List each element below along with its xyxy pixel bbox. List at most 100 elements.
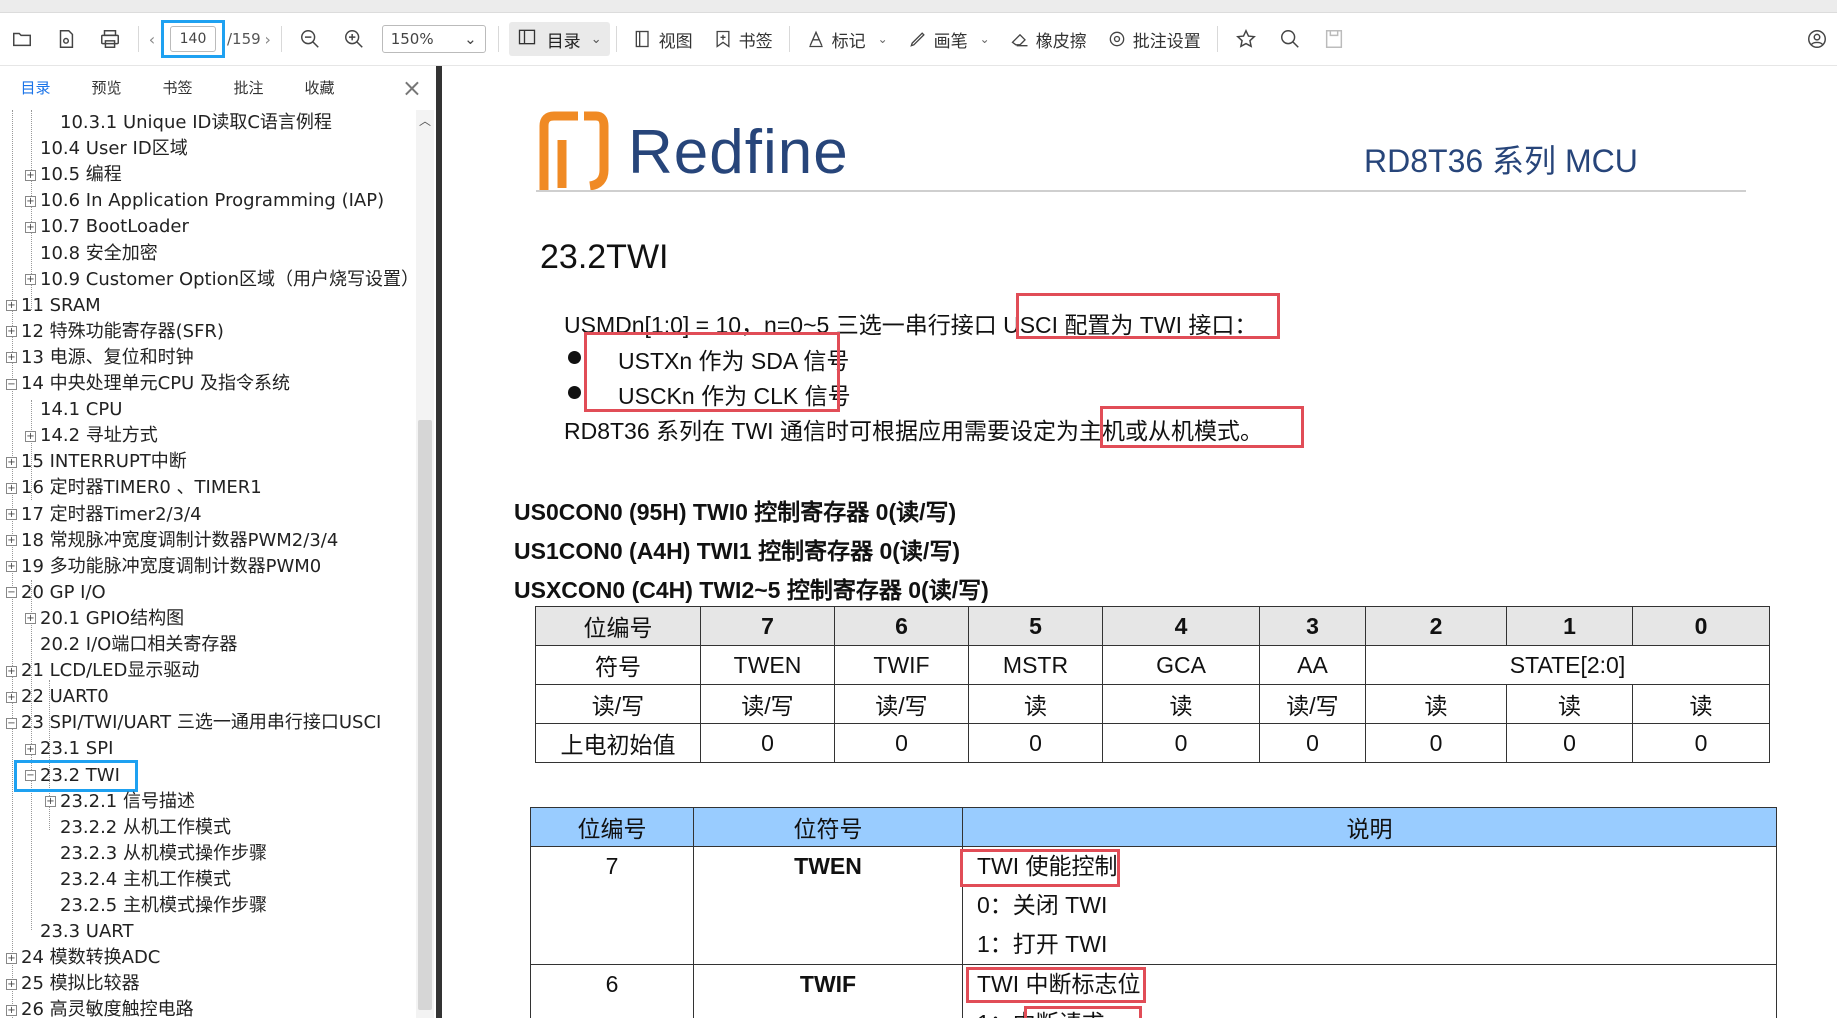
toolbar-separator	[788, 26, 790, 52]
toc-item[interactable]: 10.4 User ID区域	[40, 136, 188, 162]
chevron-down-icon[interactable]: ⌄	[878, 32, 888, 46]
bookmark-button[interactable]: 书签	[703, 13, 783, 65]
toc-item[interactable]: 10.8 安全加密	[40, 241, 158, 267]
toc-item[interactable]: 10.3.1 Unique ID读取C语言例程	[60, 110, 332, 136]
collapse-icon[interactable]: −	[6, 717, 17, 729]
tab-favorites[interactable]: 收藏	[284, 77, 355, 98]
expand-icon[interactable]: +	[6, 978, 17, 990]
toc-toggle-button[interactable]: 目录 ⌄	[508, 22, 610, 56]
open-folder-icon[interactable]	[0, 13, 44, 65]
bit-symbol: TWIF	[799, 971, 857, 997]
toc-item[interactable]: 23.2.4 主机工作模式	[60, 867, 231, 893]
search-icon[interactable]	[1268, 13, 1312, 65]
tab-bookmarks[interactable]: 书签	[142, 77, 213, 98]
mark-button[interactable]: 标记 ⌄	[796, 13, 898, 65]
tab-toc[interactable]: 目录	[0, 77, 71, 98]
prev-page-icon[interactable]: ‹	[145, 30, 159, 49]
toc-item[interactable]: +26 高灵敏度触控电路	[6, 997, 194, 1018]
toc-item[interactable]: +13 电源、复位和时钟	[6, 345, 194, 371]
scrollbar-thumb[interactable]	[418, 420, 432, 1010]
toc-item[interactable]: −23 SPI/TWI/UART 三选一通用串行接口USCI	[6, 710, 381, 736]
scroll-up-icon[interactable]: ︿	[419, 112, 431, 129]
view-button[interactable]: 视图	[623, 13, 703, 65]
toc-item[interactable]: +10.7 BootLoader	[25, 214, 189, 240]
toc-item[interactable]: +24 模数转换ADC	[6, 945, 160, 971]
annotation-settings-button[interactable]: 批注设置	[1097, 13, 1211, 65]
toc-item[interactable]: 20.2 I/O端口相关寄存器	[40, 632, 237, 658]
expand-icon[interactable]: +	[6, 509, 17, 520]
toc-item[interactable]: +18 常规脉冲宽度调制计数器PWM2/3/4	[6, 528, 338, 554]
toc-item[interactable]: +23.2.1 信号描述	[45, 789, 195, 815]
expand-icon[interactable]: +	[25, 743, 36, 755]
collapse-icon[interactable]: −	[6, 378, 17, 390]
toc-item[interactable]: 23.2.2 从机工作模式	[60, 815, 231, 841]
zoom-select[interactable]: 150% ⌄	[381, 25, 486, 53]
expand-icon[interactable]: +	[6, 352, 17, 364]
table-row: 6 TWIF TWI 中断标志位 1：中断请求	[530, 964, 1777, 1018]
tab-annotations[interactable]: 批注	[213, 77, 284, 98]
expand-icon[interactable]: +	[6, 482, 17, 494]
toc-item[interactable]: +10.6 In Application Programming (IAP)	[25, 188, 384, 214]
expand-icon[interactable]: +	[6, 691, 17, 703]
chevron-down-icon[interactable]: ⌄	[980, 32, 990, 46]
toc-item[interactable]: −20 GP I/O	[6, 580, 106, 606]
toc-item[interactable]: +10.9 Customer Option区域（用户烧写设置）	[25, 267, 416, 293]
toc-item[interactable]: +15 INTERRUPT中断	[6, 449, 187, 475]
toc-item-label: 10.5 编程	[40, 164, 122, 186]
save-icon[interactable]	[1312, 13, 1356, 65]
toc-item[interactable]: +22 UART0	[6, 684, 109, 710]
document-icon[interactable]	[44, 13, 88, 65]
toc-item[interactable]: +17 定时器Timer2/3/4	[6, 502, 202, 528]
series-title: RD8T36 系列 MCU	[1364, 143, 1638, 179]
toc-item[interactable]: +20.1 GPIO结构图	[25, 606, 184, 632]
expand-icon[interactable]: +	[6, 665, 17, 677]
print-icon[interactable]	[88, 13, 132, 65]
expand-icon[interactable]: +	[6, 300, 17, 312]
expand-icon[interactable]: +	[25, 613, 36, 625]
toc-item[interactable]: +10.5 编程	[25, 162, 122, 188]
toc-item[interactable]: +23.1 SPI	[25, 736, 113, 762]
toc-item[interactable]: +14.2 寻址方式	[25, 423, 158, 449]
eraser-button[interactable]: 橡皮擦	[1000, 13, 1097, 65]
zoom-out-icon[interactable]	[288, 13, 332, 65]
zoom-in-icon[interactable]	[332, 13, 376, 65]
toc-item-label: 22 UART0	[21, 686, 109, 708]
toc-item[interactable]: 23.2.3 从机模式操作步骤	[60, 841, 267, 867]
toc-item[interactable]: +16 定时器TIMER0 、TIMER1	[6, 475, 262, 501]
account-icon[interactable]	[1797, 28, 1837, 50]
toolbar: ‹ /159 › 150% ⌄ 目录 ⌄ 视图 书签 标记 ⌄	[0, 13, 1837, 66]
toc-item[interactable]: +11 SRAM	[6, 293, 101, 319]
toc-item[interactable]: +21 LCD/LED显示驱动	[6, 658, 199, 684]
tab-preview[interactable]: 预览	[71, 77, 142, 98]
expand-icon[interactable]: +	[6, 535, 17, 547]
toc-item[interactable]: +25 模拟比较器	[6, 971, 140, 997]
toc-item-label: 25 模拟比较器	[21, 973, 140, 995]
selected-toc-item-highlight	[14, 759, 138, 792]
star-icon[interactable]	[1224, 13, 1268, 65]
expand-icon[interactable]: +	[25, 221, 36, 233]
table-cell: STATE[2:0]	[1365, 645, 1770, 685]
expand-icon[interactable]: +	[45, 796, 56, 808]
toc-item[interactable]: +12 特殊功能寄存器(SFR)	[6, 319, 224, 345]
expand-icon[interactable]: +	[25, 195, 36, 207]
toc-item[interactable]: 23.2.5 主机模式操作步骤	[60, 893, 267, 919]
expand-icon[interactable]: +	[25, 430, 36, 442]
expand-icon[interactable]: +	[6, 952, 17, 964]
document-page: Redfine RD8T36 系列 MCU 23.2TWI USMDn[1:0]…	[442, 66, 1837, 1018]
collapse-icon[interactable]: −	[6, 587, 17, 599]
toc-item[interactable]: 23.3 UART	[40, 919, 133, 945]
toc-item[interactable]: +19 多功能脉冲宽度调制计数器PWM0	[6, 554, 321, 580]
close-icon[interactable]: ×	[402, 74, 422, 102]
expand-icon[interactable]: +	[25, 274, 36, 286]
toc-item[interactable]: 14.1 CPU	[40, 397, 122, 423]
expand-icon[interactable]: +	[6, 326, 17, 338]
sidebar-scrollbar[interactable]: ︿	[416, 110, 434, 1018]
page-number-input[interactable]	[170, 26, 216, 52]
toc-item[interactable]: −14 中央处理单元CPU 及指令系统	[6, 371, 290, 397]
expand-icon[interactable]: +	[6, 456, 17, 468]
pen-button[interactable]: 画笔 ⌄	[898, 13, 1000, 65]
expand-icon[interactable]: +	[25, 169, 36, 181]
expand-icon[interactable]: +	[6, 1004, 17, 1016]
expand-icon[interactable]: +	[6, 561, 17, 573]
next-page-icon[interactable]: ›	[261, 30, 275, 49]
